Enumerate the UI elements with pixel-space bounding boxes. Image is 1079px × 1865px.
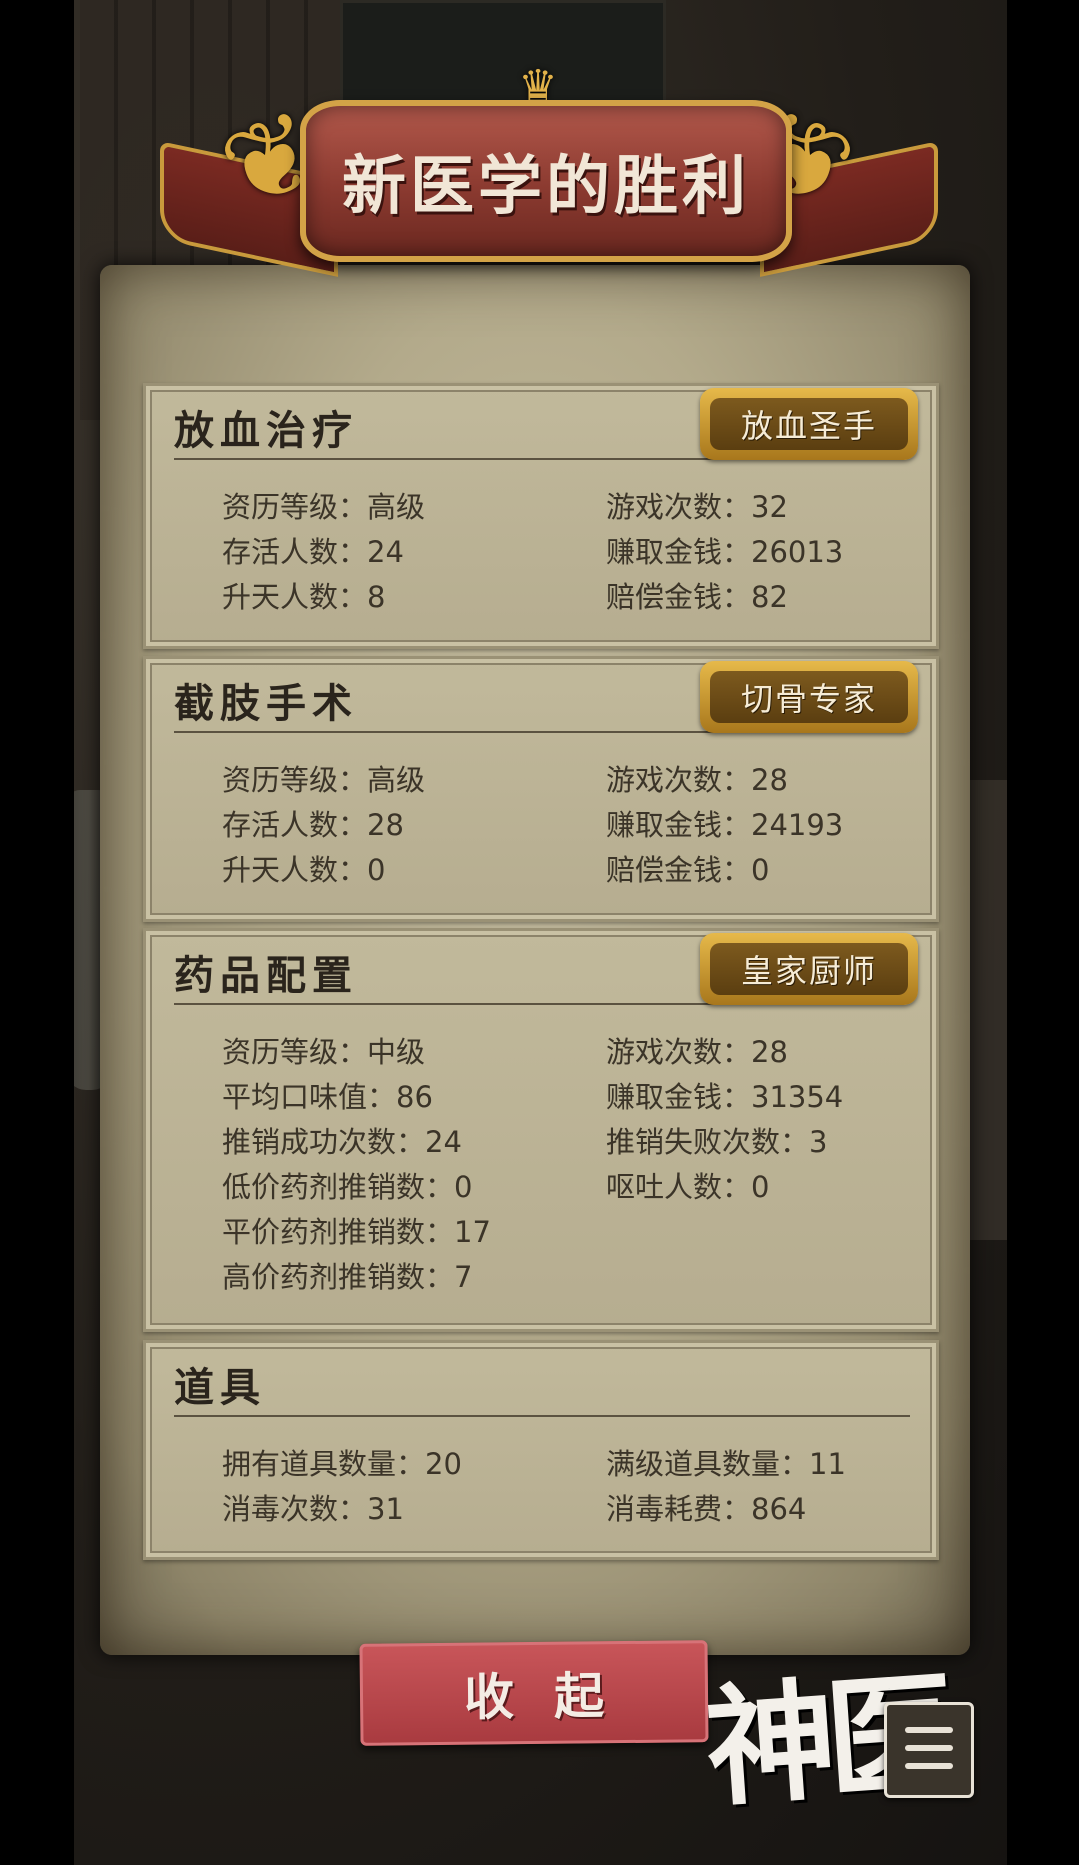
stat-disinfect-count: 消毒次数：31 <box>222 1492 404 1526</box>
stat-promo-success: 推销成功次数：24 <box>222 1125 462 1159</box>
stat-low-price: 低价药剂推销数：0 <box>222 1170 473 1204</box>
letterbox-right <box>1007 0 1079 1865</box>
stat-games: 游戏次数：32 <box>606 490 788 524</box>
collapse-button[interactable]: 收起 <box>359 1640 709 1746</box>
stat-avg-taste: 平均口味值：86 <box>222 1080 433 1114</box>
stat-promo-fail: 推销失败次数：3 <box>606 1125 828 1159</box>
title-badge: 切骨专家 <box>700 661 918 733</box>
stat-level: 资历等级：高级 <box>222 763 426 797</box>
stat-level: 资历等级：高级 <box>222 490 426 524</box>
section-divider <box>174 731 714 733</box>
section-bloodletting: 放血治疗 放血圣手 资历等级：高级 游戏次数：32 存活人数：24 赚取金钱：2… <box>143 383 939 649</box>
badge-label: 切骨专家 <box>710 671 908 723</box>
list-menu-icon[interactable] <box>884 1702 974 1798</box>
section-title: 药品配置 <box>174 952 358 999</box>
stat-ascended: 升天人数：8 <box>222 580 386 614</box>
section-title: 放血治疗 <box>174 407 358 454</box>
stat-owned-items: 拥有道具数量：20 <box>222 1447 462 1481</box>
stat-survivors: 存活人数：28 <box>222 808 404 842</box>
stat-games: 游戏次数：28 <box>606 763 788 797</box>
menu-line <box>905 1745 953 1751</box>
badge-label: 放血圣手 <box>710 398 908 450</box>
stat-high-price: 高价药剂推销数：7 <box>222 1260 473 1294</box>
badge-label: 皇家厨师 <box>710 943 908 995</box>
stat-earned: 赚取金钱：24193 <box>606 808 844 842</box>
stat-compensation: 赔偿金钱：0 <box>606 853 770 887</box>
stat-disinfect-cost: 消毒耗费：864 <box>606 1492 807 1526</box>
stat-compensation: 赔偿金钱：82 <box>606 580 788 614</box>
section-title: 道具 <box>174 1364 266 1411</box>
stat-vomit: 呕吐人数：0 <box>606 1170 770 1204</box>
section-divider <box>174 458 714 460</box>
section-divider <box>174 1415 910 1417</box>
stat-maxed-items: 满级道具数量：11 <box>606 1447 846 1481</box>
menu-line <box>905 1727 953 1733</box>
stat-level: 资历等级：中级 <box>222 1035 426 1069</box>
section-divider <box>174 1003 714 1005</box>
stat-games: 游戏次数：28 <box>606 1035 788 1069</box>
section-items: 道具 拥有道具数量：20 满级道具数量：11 消毒次数：31 消毒耗费：864 <box>143 1340 939 1560</box>
section-medicine: 药品配置 皇家厨师 资历等级：中级 游戏次数：28 平均口味值：86 赚取金钱：… <box>143 928 939 1332</box>
stat-earned: 赚取金钱：26013 <box>606 535 844 569</box>
letterbox-left <box>0 0 74 1865</box>
stat-mid-price: 平价药剂推销数：17 <box>222 1215 491 1249</box>
page-title: 新医学的胜利 <box>342 149 750 224</box>
section-title: 截肢手术 <box>174 680 358 727</box>
stat-survivors: 存活人数：24 <box>222 535 404 569</box>
game-scene: ❦ ❦ ♛ 新医学的胜利 放血治疗 放血圣手 资历等级：高级 游戏次数：32 存… <box>0 0 1079 1865</box>
stat-earned: 赚取金钱：31354 <box>606 1080 844 1114</box>
title-badge: 皇家厨师 <box>700 933 918 1005</box>
title-badge: 放血圣手 <box>700 388 918 460</box>
menu-line <box>905 1763 953 1769</box>
stat-ascended: 升天人数：0 <box>222 853 386 887</box>
section-amputation: 截肢手术 切骨专家 资历等级：高级 游戏次数：28 存活人数：28 赚取金钱：2… <box>143 656 939 922</box>
